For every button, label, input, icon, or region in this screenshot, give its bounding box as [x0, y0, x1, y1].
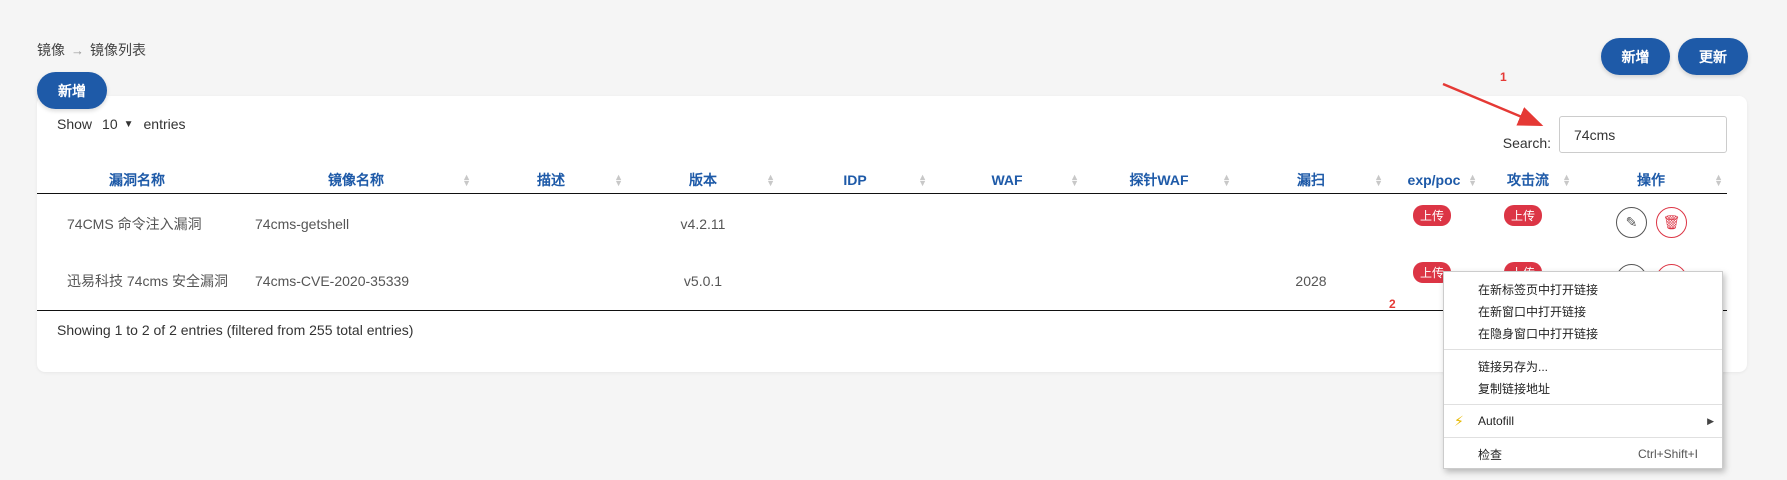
inspect-shortcut: Ctrl+Shift+I	[1637, 447, 1698, 461]
annotation-number: 2	[1389, 297, 1396, 311]
menu-divider	[1444, 437, 1722, 438]
menu-item-save-link-as[interactable]: 链接另存为...	[1444, 355, 1722, 377]
menu-item-copy-link[interactable]: 复制链接地址	[1444, 377, 1722, 399]
context-menu: 在新标签页中打开链接 在新窗口中打开链接 在隐身窗口中打开链接 链接另存为...…	[1443, 271, 1723, 469]
menu-divider	[1444, 404, 1722, 405]
menu-divider	[1444, 349, 1722, 350]
menu-item-inspect[interactable]: 检查 Ctrl+Shift+I	[1444, 443, 1722, 465]
menu-item-open-new-window[interactable]: 在新窗口中打开链接	[1444, 300, 1722, 322]
annotation-number: 1	[1500, 70, 1507, 84]
autofill-icon: ⚡	[1454, 412, 1464, 429]
menu-item-autofill[interactable]: ⚡ Autofill ▶	[1444, 410, 1722, 432]
menu-item-open-incognito[interactable]: 在隐身窗口中打开链接	[1444, 322, 1722, 344]
submenu-arrow-icon: ▶	[1707, 415, 1714, 426]
menu-item-open-new-tab[interactable]: 在新标签页中打开链接	[1444, 278, 1722, 300]
